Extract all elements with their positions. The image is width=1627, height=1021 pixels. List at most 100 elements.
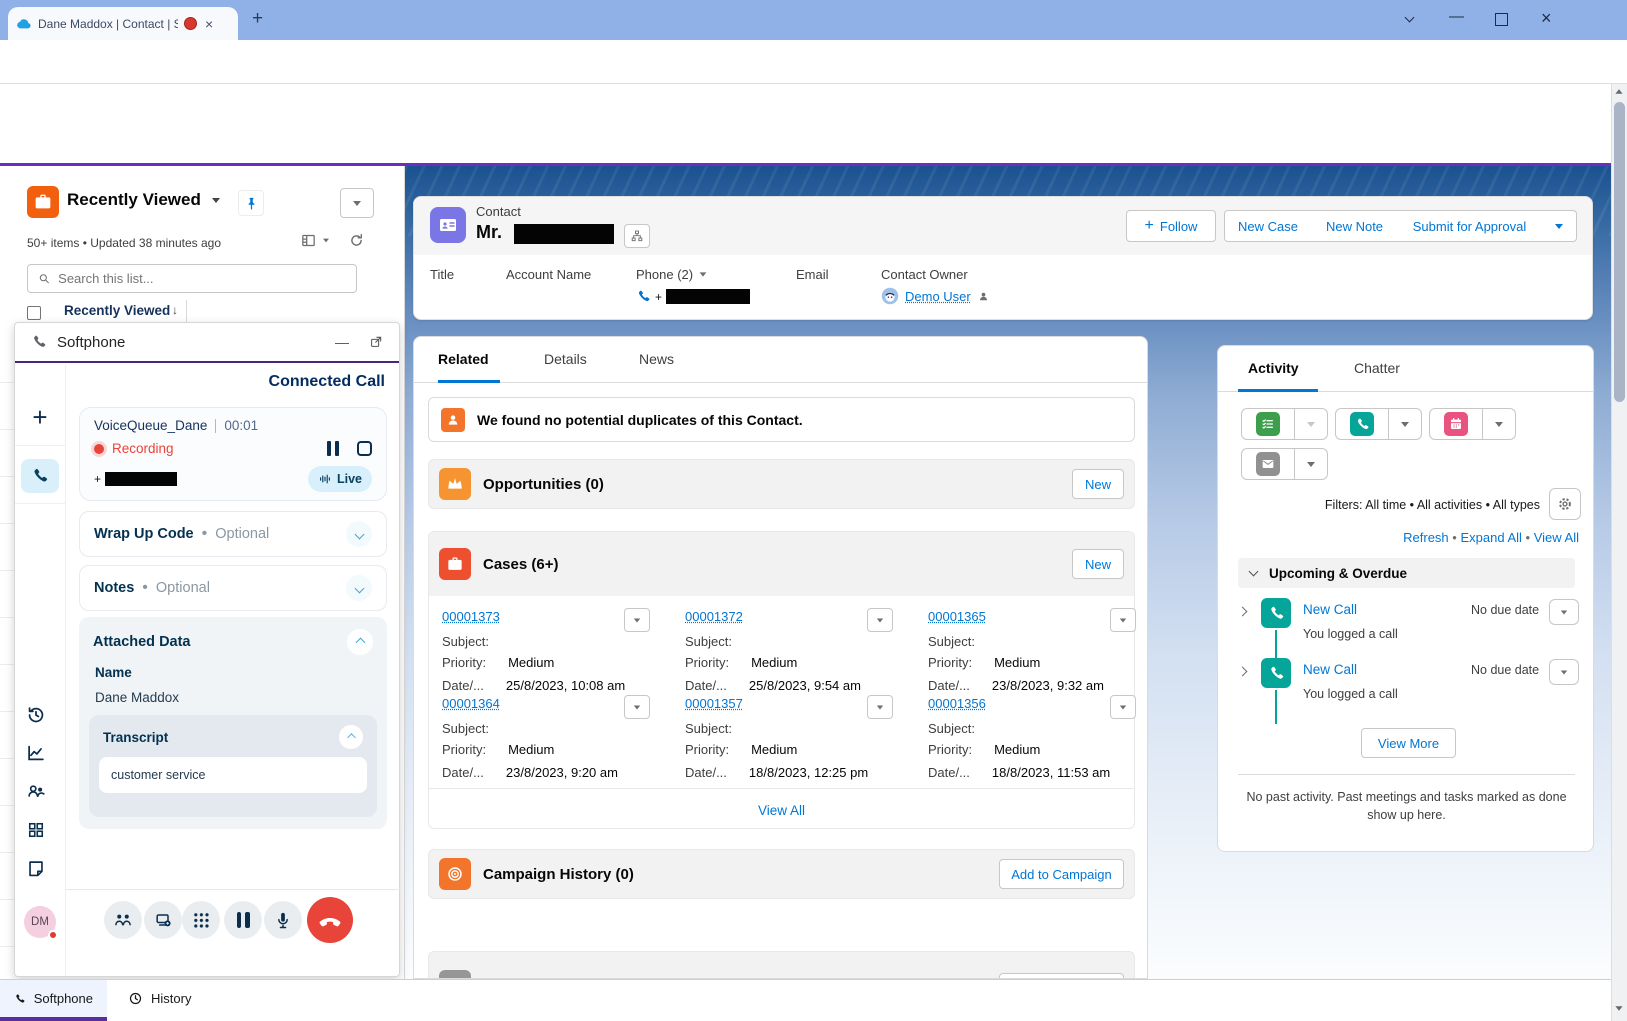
display-as-chevron-icon[interactable]	[323, 239, 329, 243]
window-close-icon[interactable]: ×	[1541, 8, 1552, 29]
case-number-link[interactable]: 00001372	[685, 609, 743, 624]
change-owner-icon[interactable]	[977, 290, 990, 303]
list-view-title[interactable]: Recently Viewed	[67, 190, 201, 210]
case-number-link[interactable]: 00001365	[928, 609, 986, 624]
list-search-input[interactable]	[58, 271, 346, 286]
performance-chart-icon[interactable]	[25, 742, 47, 764]
new-case-related-button[interactable]: New	[1072, 549, 1124, 579]
opportunities-title[interactable]: Opportunities (0)	[483, 476, 604, 493]
field-phone-label[interactable]: Phone (2)	[636, 267, 707, 282]
refresh-list-icon[interactable]	[348, 232, 365, 249]
swap-device-button[interactable]	[144, 901, 182, 939]
attached-collapse-chevron-icon[interactable]	[347, 629, 373, 655]
agent-avatar[interactable]: DM	[24, 906, 56, 938]
tab-related[interactable]: Related	[438, 351, 489, 367]
cases-title[interactable]: Cases (6+)	[483, 556, 558, 573]
case-row-actions[interactable]	[867, 608, 893, 632]
filters-gear-button[interactable]	[1549, 488, 1581, 520]
case-row-actions[interactable]	[1110, 608, 1136, 632]
pause-recording-icon[interactable]	[327, 441, 339, 456]
dialpad-button[interactable]	[182, 901, 220, 939]
timeline-expand-icon[interactable]	[1238, 667, 1248, 677]
case-number-link[interactable]: 00001357	[685, 696, 743, 711]
case-number-link[interactable]: 00001364	[442, 696, 500, 711]
activity-filters[interactable]: Filters: All time • All activities • All…	[1218, 498, 1540, 512]
new-task-button[interactable]	[1241, 408, 1295, 440]
timeline-expand-icon[interactable]	[1238, 607, 1248, 617]
activity-item-actions[interactable]	[1549, 599, 1579, 625]
refresh-link[interactable]: Refresh	[1403, 530, 1449, 545]
scroll-up-arrow[interactable]	[1615, 89, 1622, 94]
notes-pad-icon[interactable]	[25, 858, 47, 880]
minimize-icon[interactable]: —	[335, 334, 349, 350]
active-call-tab[interactable]	[21, 459, 59, 493]
add-call-button[interactable]: +	[23, 401, 57, 435]
page-scrollbar[interactable]	[1611, 84, 1627, 1021]
case-row-actions[interactable]	[867, 695, 893, 719]
activity-item-title[interactable]: New Call	[1303, 602, 1357, 617]
row-checkbox[interactable]	[27, 306, 41, 320]
email-dropdown[interactable]	[1295, 448, 1328, 480]
owner-link[interactable]: Demo User	[905, 289, 971, 304]
tab-news[interactable]: News	[639, 351, 674, 367]
tab-search-chevron-icon[interactable]	[1405, 13, 1415, 23]
wrapup-expand-chevron-icon[interactable]	[346, 521, 372, 547]
stop-recording-icon[interactable]	[357, 441, 372, 456]
follow-button[interactable]: +Follow	[1126, 210, 1216, 242]
agents-icon[interactable]	[25, 780, 47, 802]
log-call-dropdown[interactable]	[1389, 408, 1422, 440]
end-call-button[interactable]	[307, 897, 353, 943]
section-chevron-icon[interactable]	[1249, 567, 1259, 577]
campaign-title[interactable]: Campaign History (0)	[483, 866, 634, 883]
tab-details[interactable]: Details	[544, 351, 587, 367]
new-task-dropdown[interactable]	[1295, 408, 1328, 440]
case-row-actions[interactable]	[624, 695, 650, 719]
list-view-chevron-icon[interactable]	[212, 198, 220, 203]
view-all-link[interactable]: View All	[1534, 530, 1579, 545]
case-number-link[interactable]: 00001373	[442, 609, 500, 624]
list-column-header[interactable]: Recently Viewed	[64, 303, 170, 318]
new-case-button[interactable]: New Case	[1224, 210, 1312, 242]
add-to-campaign-button[interactable]: Add to Campaign	[999, 859, 1124, 889]
list-search[interactable]	[27, 264, 357, 293]
mute-mic-button[interactable]	[264, 901, 302, 939]
live-chip[interactable]: Live	[308, 466, 372, 492]
utility-history-tab[interactable]: History	[118, 980, 201, 1017]
wrapup-section[interactable]: Wrap Up Code • Optional	[79, 511, 387, 557]
case-row-actions[interactable]	[624, 608, 650, 632]
tab-activity[interactable]: Activity	[1248, 360, 1299, 376]
new-event-button[interactable]	[1429, 408, 1483, 440]
hierarchy-button[interactable]	[624, 224, 650, 248]
owner-value[interactable]: Demo User	[881, 287, 990, 305]
tab-chatter[interactable]: Chatter	[1354, 360, 1400, 376]
window-minimize-icon[interactable]: —	[1449, 8, 1464, 25]
activity-item-title[interactable]: New Call	[1303, 662, 1357, 677]
scrollbar-thumb[interactable]	[1614, 102, 1625, 402]
view-more-button[interactable]: View More	[1361, 728, 1456, 758]
notes-section[interactable]: Notes • Optional	[79, 565, 387, 611]
phone-value[interactable]: +	[636, 289, 750, 304]
log-call-button[interactable]	[1335, 408, 1389, 440]
utility-softphone-tab[interactable]: Softphone	[0, 980, 107, 1017]
tab-close-icon[interactable]: ×	[205, 16, 213, 32]
cases-view-all[interactable]: View All	[429, 802, 1134, 820]
window-maximize-icon[interactable]	[1495, 13, 1508, 26]
email-button[interactable]	[1241, 448, 1295, 480]
case-row-actions[interactable]	[1110, 695, 1136, 719]
more-actions-dropdown[interactable]	[1541, 210, 1577, 242]
notes-expand-chevron-icon[interactable]	[346, 575, 372, 601]
activity-item-actions[interactable]	[1549, 659, 1579, 685]
submit-for-approval-button[interactable]: Submit for Approval	[1398, 210, 1542, 242]
expand-all-link[interactable]: Expand All	[1460, 530, 1521, 545]
popout-icon[interactable]	[369, 335, 383, 349]
list-actions-dropdown[interactable]	[340, 188, 374, 218]
display-as-icon[interactable]	[300, 232, 317, 249]
upcoming-overdue-header[interactable]: Upcoming & Overdue	[1238, 558, 1575, 588]
transcript-collapse-chevron-icon[interactable]	[339, 725, 363, 749]
case-number-link[interactable]: 00001356	[928, 696, 986, 711]
scroll-down-arrow[interactable]	[1615, 1006, 1622, 1011]
hold-call-button[interactable]	[224, 901, 262, 939]
new-tab-button[interactable]: +	[252, 8, 263, 30]
new-event-dropdown[interactable]	[1483, 408, 1516, 440]
browser-tab[interactable]: Dane Maddox | Contact | Sal ×	[8, 7, 238, 40]
